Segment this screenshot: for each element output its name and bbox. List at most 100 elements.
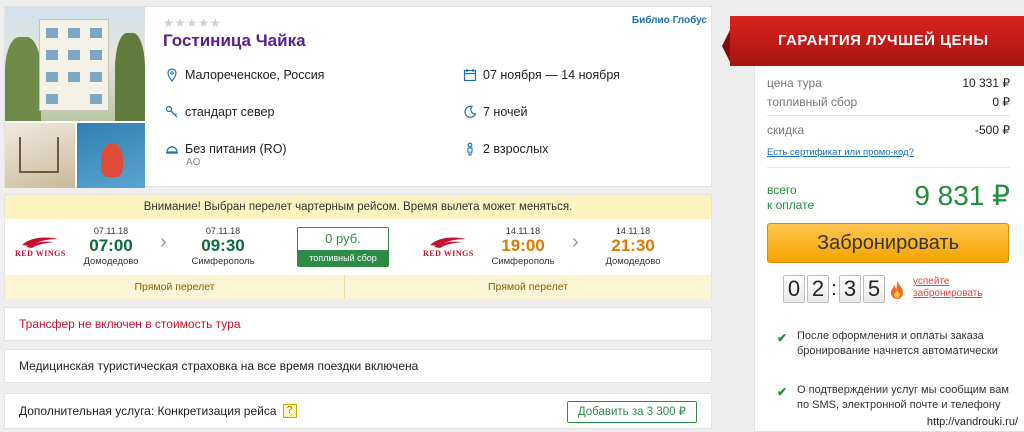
inbound-arrival: 14.11.18 21:30 Домодедово: [593, 226, 673, 267]
departure-date: 07.11.18: [93, 226, 129, 236]
timer-digit: 3: [839, 275, 861, 303]
checkmark-icon: ✔: [777, 331, 788, 345]
airline-logo-outbound: RED WINGS: [15, 235, 66, 258]
airline-logo-inbound: RED WINGS: [423, 235, 474, 258]
departure-airport: Домодедово: [83, 256, 139, 267]
hurry-line-2: забронировать: [913, 288, 983, 299]
book-button[interactable]: Забронировать: [767, 223, 1009, 263]
calendar-icon: [463, 69, 477, 82]
arrival-date: 14.11.18: [615, 226, 651, 236]
timer-colon: :: [831, 277, 837, 300]
tour-guests: 2 взрослых: [463, 142, 548, 156]
outbound-departure: 07.11.18 07:00 Домодедово: [73, 226, 149, 267]
inbound-direct-flight: Прямой перелет: [345, 275, 711, 299]
bullet-text: О подтверждении услуг мы сообщим вам по …: [797, 384, 1009, 411]
insurance-text: Медицинская туристическая страховка на в…: [19, 359, 419, 373]
arrival-airport: Симферополь: [191, 256, 255, 267]
divider: [767, 167, 1010, 168]
hotel-room: стандарт север: [165, 105, 274, 119]
hotel-star-rating: ★★★★★: [163, 16, 222, 30]
add-extra-service-button[interactable]: Добавить за 3 300 ₽: [566, 401, 697, 423]
tour-nights: 7 ночей: [463, 105, 527, 119]
timer-digit: 0: [783, 275, 805, 303]
divider: [767, 115, 1010, 116]
best-price-guarantee: ГАРАНТИЯ ЛУЧШЕЙ ЦЕНЫ: [730, 16, 1024, 66]
hotel-card: ★★★★★ Библио Глобус Гостиница Чайка Мало…: [4, 6, 712, 188]
best-price-ribbon: ГАРАНТИЯ ЛУЧШЕЙ ЦЕНЫ: [722, 16, 1024, 66]
countdown-timer: 0 2 : 3 5: [783, 275, 885, 303]
meal-code: AO: [186, 157, 201, 168]
info-bullet-confirmation: ✔ О подтверждении услуг мы сообщим вам п…: [777, 383, 1010, 412]
hotel-photo-thumb-2[interactable]: [77, 123, 145, 188]
fuel-charge-label: топливный сбор: [298, 250, 388, 266]
total-price: 9 831 ₽: [914, 180, 1010, 211]
departure-date: 14.11.18: [505, 226, 541, 236]
tour-price-value: 10 331 ₽: [962, 76, 1010, 90]
hotel-name[interactable]: Гостиница Чайка: [163, 31, 306, 51]
flight-card: Внимание! Выбран перелет чартерным рейсо…: [4, 194, 712, 299]
red-wings-logo-icon: [430, 237, 467, 248]
arrival-time: 21:30: [611, 236, 655, 255]
tour-dates: 07 ноября — 14 ноября: [463, 68, 620, 82]
total-label-line-2: к оплате: [767, 198, 815, 212]
price-panel: цена тура 10 331 ₽ топливный сбор 0 ₽ ск…: [754, 16, 1024, 432]
info-bullet-booking: ✔ После оформления и оплаты заказа брони…: [777, 329, 1010, 358]
watermark: http://vandrouki.ru/: [926, 416, 1018, 428]
bullet-text: После оформления и оплаты заказа брониро…: [797, 330, 998, 357]
help-icon[interactable]: ?: [282, 404, 297, 418]
discount-value: -500 ₽: [975, 123, 1010, 137]
nights-text: 7 ночей: [483, 105, 528, 119]
fuel-charge-price: 0 руб.: [325, 231, 361, 246]
airline-name: RED WINGS: [15, 249, 66, 258]
meal-text: Без питания (RO): [185, 142, 287, 156]
total-label: всего к оплате: [767, 183, 814, 213]
person-icon: [467, 142, 473, 156]
guests-text: 2 взрослых: [483, 142, 549, 156]
tour-operator: Библио Глобус: [631, 15, 707, 26]
airline-name: RED WINGS: [423, 249, 474, 258]
chevron-right-icon: ›: [160, 231, 167, 253]
key-icon: [165, 105, 178, 118]
extra-service: Дополнительная услуга: Конкретизация рей…: [4, 393, 712, 429]
location-pin-icon: [167, 68, 177, 82]
hotel-location: Малореченское, Россия: [165, 68, 324, 82]
charter-notice: Внимание! Выбран перелет чартерным рейсо…: [5, 195, 711, 219]
checkmark-icon: ✔: [777, 385, 788, 399]
fuel-price-row: топливный сбор 0 ₽: [767, 95, 1010, 109]
promo-code-link[interactable]: Есть сертификат или промо-код?: [767, 147, 914, 158]
meal-cloche-icon: [166, 146, 178, 154]
dates-text: 07 ноября — 14 ноября: [483, 68, 620, 82]
hurry-book-link[interactable]: успейте забронировать: [913, 276, 983, 300]
timer-digit: 5: [863, 275, 885, 303]
transfer-note: Трансфер не включен в стоимость тура: [4, 307, 712, 341]
departure-time: 19:00: [501, 236, 545, 255]
extra-service-label: Дополнительная услуга: Конкретизация рей…: [19, 404, 277, 418]
tour-price-label: цена тура: [767, 76, 822, 90]
fire-icon: [891, 280, 903, 299]
moon-icon: [464, 105, 477, 118]
arrival-date: 07.11.18: [205, 226, 241, 236]
discount-row: скидка -500 ₽: [767, 123, 1010, 137]
discount-label: скидка: [767, 123, 805, 137]
tour-price-row: цена тура 10 331 ₽: [767, 76, 1010, 90]
insurance-note: Медицинская туристическая страховка на в…: [4, 349, 712, 383]
room-text: стандарт север: [185, 105, 275, 119]
hotel-meal: Без питания (RO): [165, 142, 287, 156]
fuel-charge-badge: 0 руб. топливный сбор: [297, 227, 389, 267]
departure-airport: Симферополь: [491, 256, 555, 267]
fuel-price-label: топливный сбор: [767, 95, 858, 109]
arrival-time: 09:30: [201, 236, 245, 255]
outbound-arrival: 07.11.18 09:30 Симферополь: [181, 226, 265, 267]
transfer-text: Трансфер не включен в стоимость тура: [19, 317, 241, 331]
hurry-line-1: успейте: [913, 276, 950, 287]
arrival-airport: Домодедово: [605, 256, 661, 267]
inbound-departure: 14.11.18 19:00 Симферополь: [481, 226, 565, 267]
red-wings-logo-icon: [22, 237, 59, 248]
hotel-photo-main[interactable]: [5, 7, 145, 121]
hotel-photo-thumb-1[interactable]: [5, 123, 75, 188]
fuel-price-value: 0 ₽: [992, 95, 1010, 109]
timer-digit: 2: [807, 275, 829, 303]
chevron-right-icon: ›: [572, 231, 579, 253]
outbound-direct-flight: Прямой перелет: [5, 275, 344, 299]
total-label-line-1: всего: [767, 183, 797, 197]
